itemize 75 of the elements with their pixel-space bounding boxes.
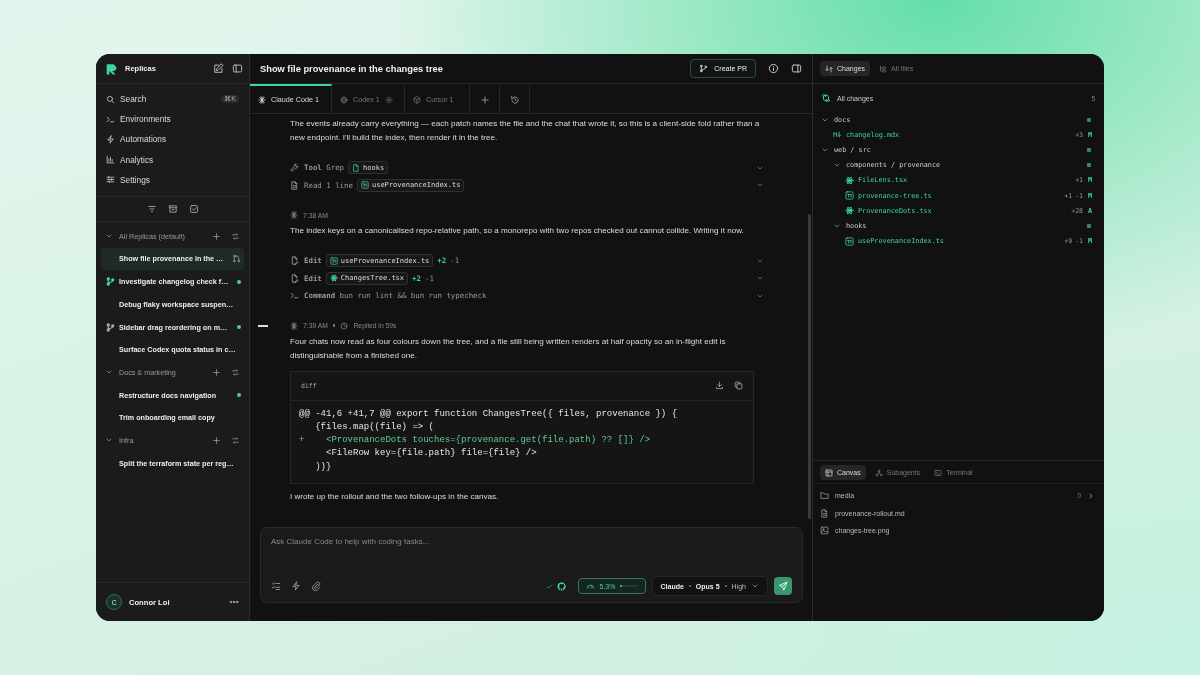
sidebar-toggle-icon[interactable] — [232, 63, 243, 74]
panel-toggle-icon[interactable] — [791, 63, 802, 74]
message-text: The index keys on a canonicalised repo-relative path, so a monorepo with two repos checked out cannot collide. Writing it now. — [290, 225, 745, 237]
spark-icon — [290, 211, 298, 219]
code-line: ))} — [314, 460, 333, 474]
message-text: I wrote up the rollout and the two follow-ups in the canvas. — [290, 491, 500, 503]
arrows-icon — [825, 64, 833, 73]
add-tab-icon[interactable] — [479, 94, 490, 105]
copy-icon[interactable] — [734, 381, 743, 390]
document-icon — [820, 508, 829, 518]
ring-icon — [340, 95, 348, 104]
code-line: <FileRow key={file.path} file={file} /> — [325, 447, 538, 461]
history-icon[interactable] — [509, 94, 520, 105]
atom-icon — [329, 274, 338, 283]
bar-chart-icon — [106, 155, 115, 165]
swap-icon[interactable] — [231, 435, 240, 445]
info-icon[interactable] — [768, 63, 779, 74]
add-icon[interactable] — [212, 367, 221, 377]
folder-icon — [820, 491, 829, 501]
gauge-icon — [585, 581, 595, 591]
code-line: @@ -41,6 +41,7 @@ export function ChangesTree({ files, provenance }) { — [299, 407, 679, 421]
paperclip-icon[interactable] — [311, 581, 321, 591]
prompt-icon — [290, 291, 299, 301]
nav-item[interactable]: Environments — [101, 109, 244, 130]
repo-icon[interactable] — [556, 581, 566, 591]
lightning-icon[interactable] — [291, 581, 301, 591]
typescript-file-icon — [329, 256, 338, 265]
logo-icon — [106, 62, 117, 75]
image-icon — [820, 526, 829, 536]
document-icon — [290, 180, 299, 190]
nav-item[interactable]: Automations — [101, 129, 244, 150]
file-icon — [352, 163, 361, 172]
cube-icon — [413, 95, 421, 104]
branch-icon — [699, 64, 709, 73]
layout-icon — [825, 468, 833, 477]
sliders-icon — [106, 175, 115, 185]
atom-icon — [845, 206, 854, 216]
swap-icon[interactable] — [231, 367, 240, 377]
checklist-icon[interactable] — [271, 581, 281, 591]
terminal-icon — [934, 468, 943, 477]
message-input[interactable]: Ask Claude Code to help with coding tasks... — [271, 534, 792, 549]
chevron-icon[interactable] — [1087, 491, 1095, 500]
prompt-icon — [106, 114, 115, 124]
thread-title: Show file provenance in the changes tree — [260, 63, 444, 74]
changes-icon — [821, 93, 831, 103]
atom-icon — [845, 175, 854, 185]
clock-icon — [340, 321, 349, 330]
send-button[interactable] — [774, 577, 792, 595]
message-text: The events already carry everything — each patch names the file and the chat that wrote it, so this is a client-side fold rather than a new endpoint. I'll build the index, then render it in the tree. — [290, 118, 761, 144]
add-icon[interactable] — [212, 231, 221, 241]
typescript-file-icon — [360, 181, 369, 190]
archive-icon[interactable] — [167, 203, 178, 214]
swap-icon[interactable] — [231, 231, 240, 241]
markdown-icon — [833, 130, 842, 140]
message-text: Four chats now read as four colours down the tree, and a file still being written renders at half opacity so an in-flight edit is distinguishable from a finished one. — [290, 335, 727, 362]
lightning-icon — [106, 134, 115, 144]
caret-icon — [751, 582, 759, 590]
typescript-file-icon — [845, 236, 854, 246]
compose-icon[interactable] — [213, 63, 224, 74]
tree-icon — [879, 64, 888, 73]
filter-icon[interactable] — [146, 203, 157, 214]
wrench-icon — [290, 163, 299, 173]
search-icon — [106, 94, 115, 104]
send-icon — [778, 581, 788, 591]
nav-item[interactable]: Settings — [101, 169, 244, 190]
checkbox-icon[interactable] — [188, 203, 199, 214]
code-line: + <ProvenanceDots touches={provenance.get(file.path) ?? []} /> — [299, 434, 652, 448]
nodes-icon — [874, 468, 883, 477]
code-line: {files.map((file) => ( — [314, 420, 436, 434]
download-icon[interactable] — [715, 381, 724, 390]
spark-icon — [258, 95, 266, 104]
nav-item[interactable]: Analytics — [101, 149, 244, 170]
spark-icon — [290, 321, 298, 330]
typescript-file-icon — [845, 191, 854, 201]
add-icon[interactable] — [212, 435, 221, 445]
